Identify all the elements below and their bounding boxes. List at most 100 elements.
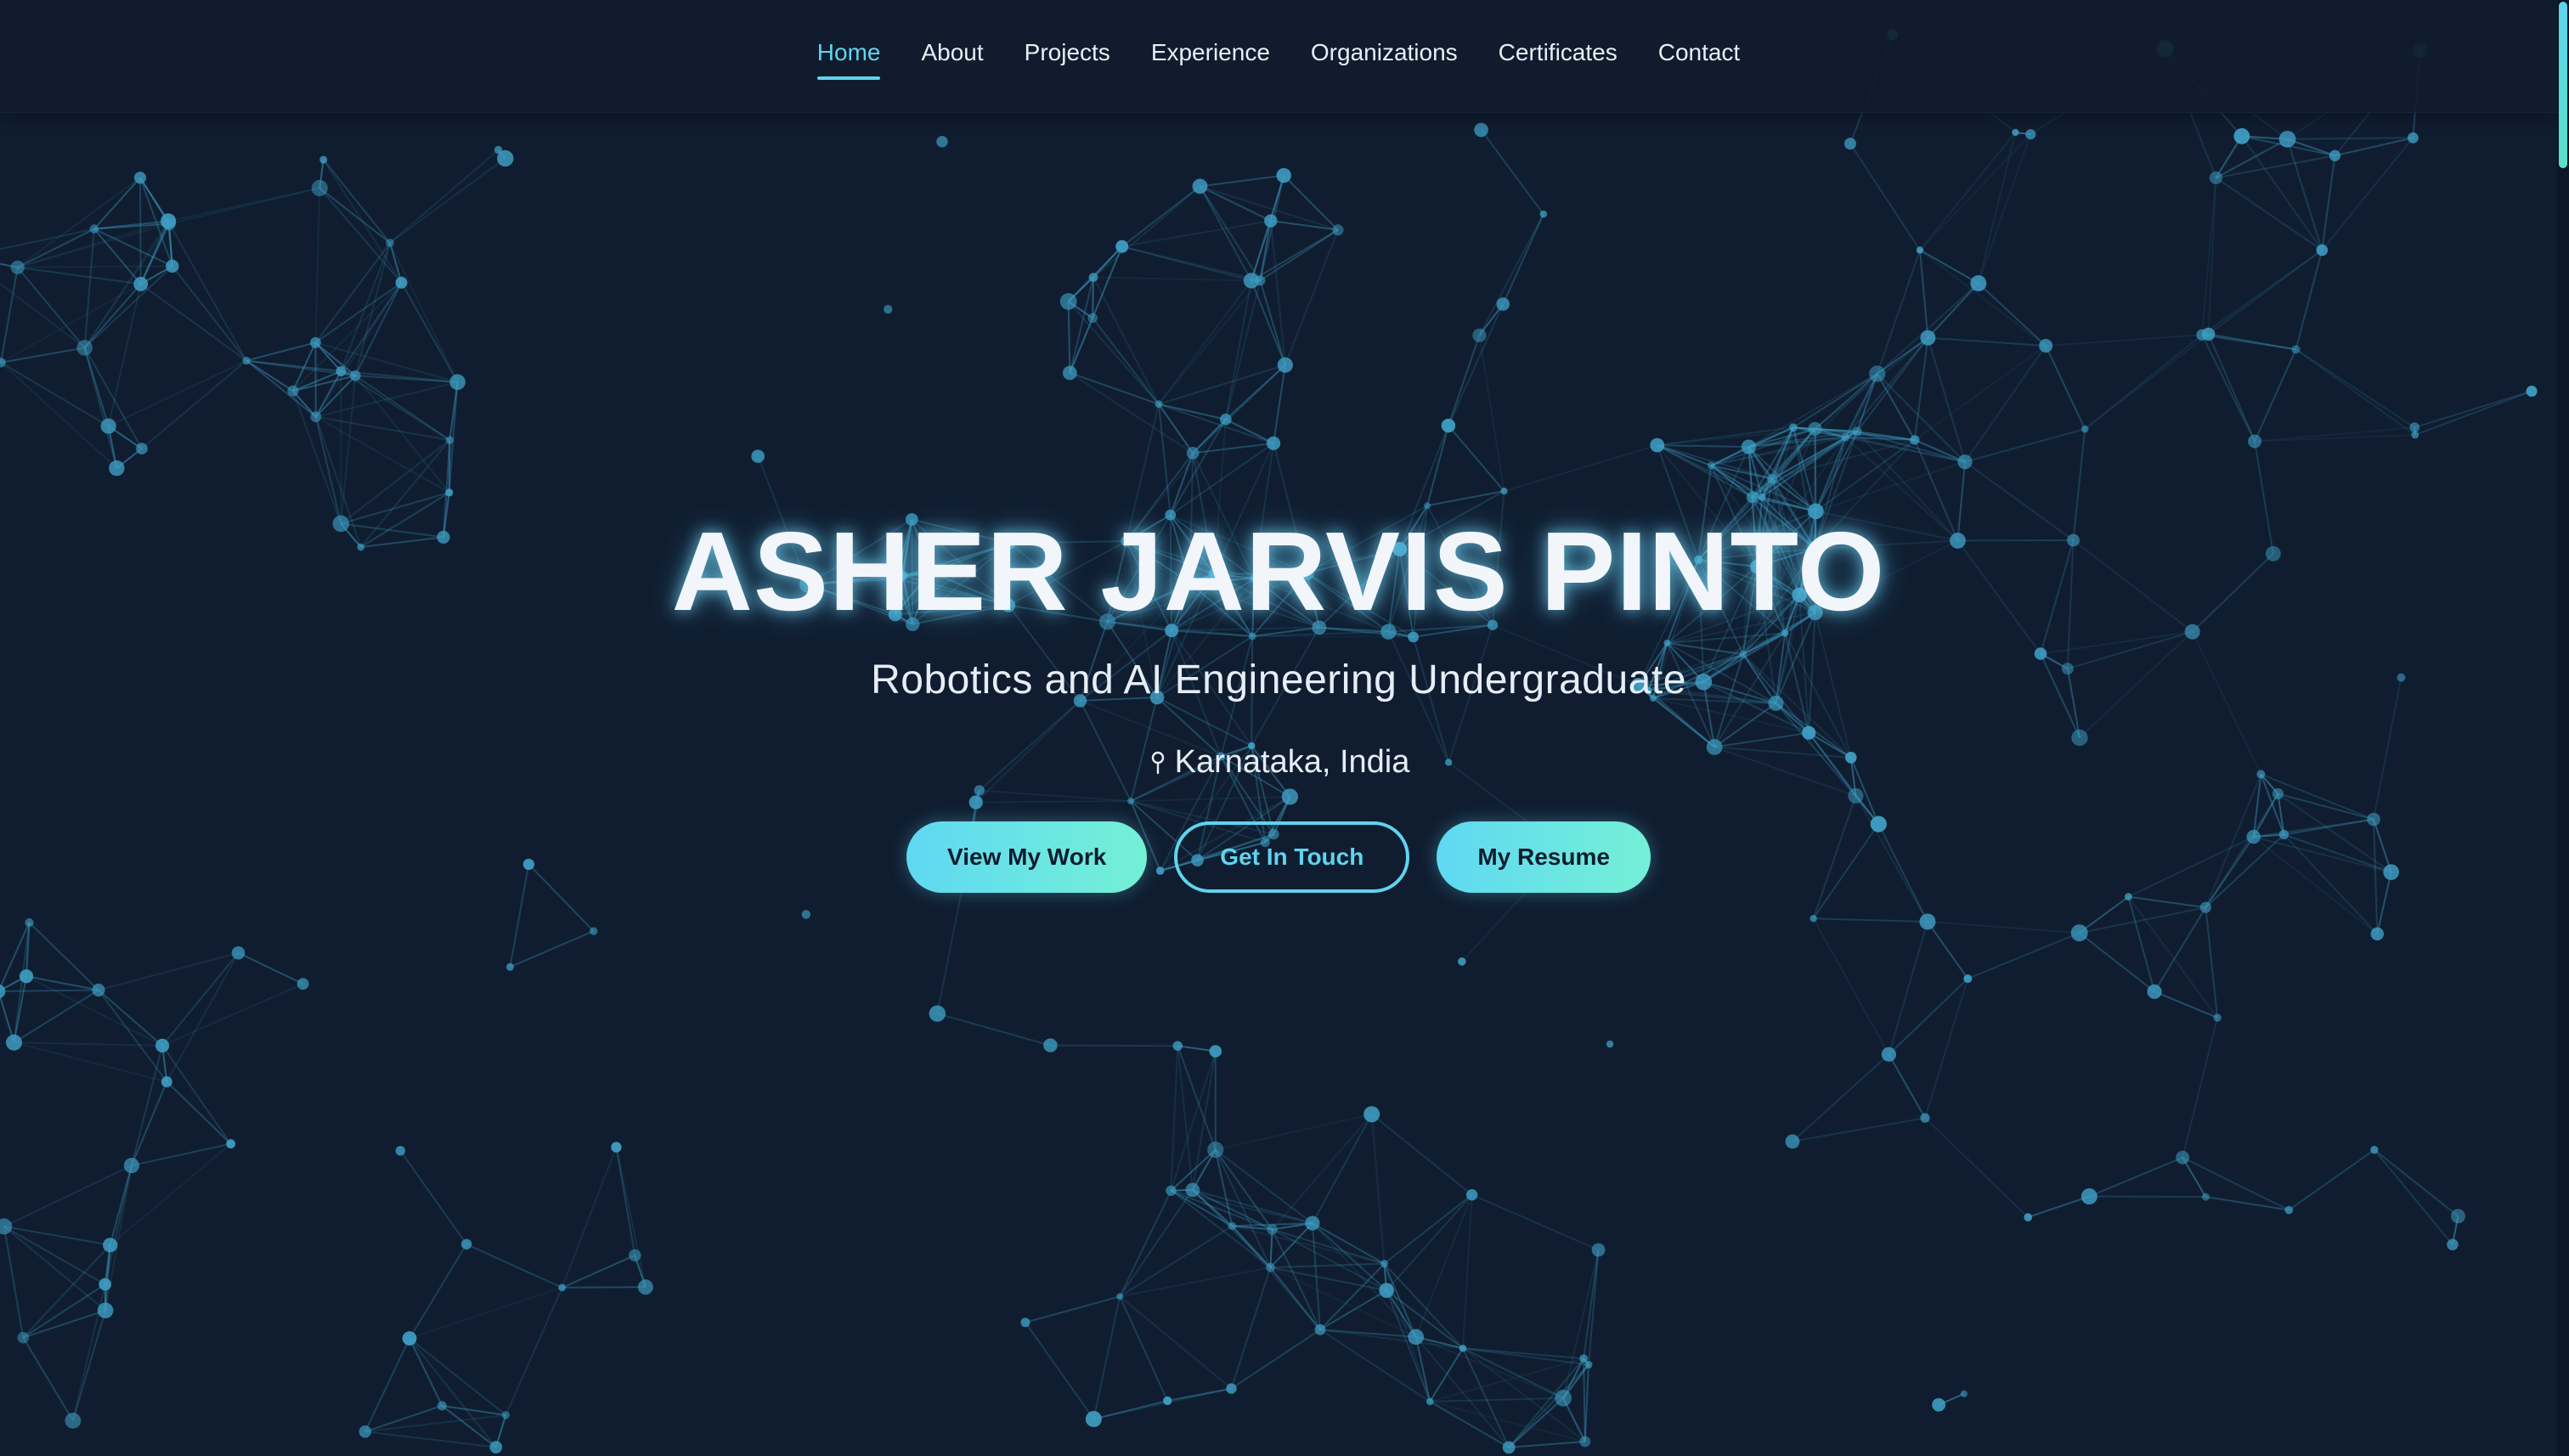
network-node: [1741, 439, 1757, 454]
network-node: [558, 1284, 567, 1292]
network-line: [0, 357, 3, 364]
network-node: [1264, 214, 1278, 228]
network-line: [3, 1226, 25, 1338]
view-my-work-button[interactable]: View My Work: [906, 821, 1148, 894]
network-line: [2215, 177, 2323, 251]
network-line: [1967, 932, 2081, 979]
network-line: [2240, 135, 2323, 251]
network-line: [1480, 129, 1544, 215]
network-node: [103, 1238, 118, 1253]
nav-link-experience[interactable]: Experience: [1151, 39, 1270, 80]
network-line: [1978, 282, 2047, 347]
network-line: [1158, 364, 1286, 405]
network-line: [1200, 174, 1284, 188]
network-line: [1657, 444, 1749, 449]
network-line: [1504, 444, 1658, 493]
network-line: [364, 1431, 496, 1448]
network-node: [2176, 1150, 2190, 1165]
network-line: [291, 390, 342, 524]
nav-link-organizations[interactable]: Organizations: [1311, 39, 1458, 80]
network-node: [1255, 275, 1266, 286]
network-node: [1916, 246, 1924, 254]
network-line: [246, 341, 316, 362]
scrollbar-thumb[interactable]: [2559, 2, 2567, 168]
network-line: [161, 952, 240, 1047]
network-node: [123, 1157, 139, 1174]
network-node: [296, 978, 309, 990]
network-line: [1271, 1114, 1373, 1230]
nav-links: Home About Projects Experience Organizat…: [0, 39, 2557, 80]
network-node: [449, 374, 466, 391]
network-node: [2370, 1145, 2379, 1154]
network-line: [2046, 334, 2203, 347]
network-node: [65, 1412, 82, 1429]
network-line: [17, 266, 141, 285]
network-line: [2154, 906, 2207, 992]
network-line: [1888, 1053, 1926, 1119]
network-node: [1788, 423, 1798, 432]
network-node: [1963, 974, 1973, 984]
network-node: [2409, 422, 2420, 432]
network-line: [2216, 155, 2335, 179]
network-line: [400, 282, 459, 383]
nav-link-certificates[interactable]: Certificates: [1499, 39, 1618, 80]
network-node: [309, 336, 321, 348]
network-line: [314, 416, 342, 524]
network-node: [611, 1142, 622, 1153]
network-node: [395, 276, 408, 289]
network-line: [1232, 1225, 1385, 1265]
network-node: [231, 945, 246, 960]
network-line: [2286, 138, 2323, 251]
network-line: [354, 282, 403, 376]
network-node: [929, 1005, 946, 1022]
network-node: [1266, 436, 1281, 450]
network-line: [1849, 143, 1921, 251]
network-line: [22, 1284, 106, 1339]
network-node: [1910, 435, 1920, 445]
network-node: [1062, 365, 1077, 381]
network-node: [2199, 901, 2211, 913]
get-in-touch-button[interactable]: Get In Touch: [1174, 821, 1410, 894]
network-node: [109, 460, 125, 477]
network-line: [1927, 282, 1979, 339]
network-node: [2012, 128, 2019, 136]
network-line: [1273, 364, 1286, 443]
my-resume-button[interactable]: My Resume: [1437, 821, 1651, 894]
nav-link-projects[interactable]: Projects: [1025, 39, 1110, 80]
network-line: [2254, 348, 2297, 442]
network-line: [562, 1286, 646, 1289]
nav-link-contact[interactable]: Contact: [1658, 39, 1741, 80]
network-line: [1429, 1400, 1586, 1443]
network-line: [2201, 249, 2323, 336]
network-node: [25, 917, 34, 928]
network-line: [2374, 1148, 2459, 1217]
nav-link-home[interactable]: Home: [816, 39, 880, 80]
network-line: [1430, 1397, 1564, 1402]
network-line: [0, 267, 19, 363]
network-node: [242, 356, 251, 365]
network-node: [1166, 1185, 1177, 1196]
network-node: [1276, 167, 1291, 183]
network-line: [161, 983, 304, 1047]
network-node: [1920, 330, 1936, 346]
network-line: [314, 281, 403, 344]
network-line: [0, 989, 99, 992]
network-line: [1429, 1401, 1510, 1448]
page-root: Home About Projects Experience Organizat…: [0, 0, 2569, 1456]
network-node: [1116, 1293, 1124, 1301]
network-line: [98, 951, 239, 991]
network-node: [76, 340, 93, 356]
network-line: [1813, 917, 1928, 923]
network-node: [1379, 1283, 1394, 1298]
network-node: [1496, 297, 1510, 311]
network-line: [409, 1337, 497, 1448]
network-line: [14, 1041, 167, 1083]
page-scrollbar[interactable]: [2557, 0, 2569, 1456]
network-line: [505, 1287, 563, 1416]
network-node: [2209, 171, 2222, 184]
nav-link-about[interactable]: About: [921, 39, 983, 80]
network-node: [1843, 138, 1856, 150]
network-node: [1869, 365, 1886, 382]
network-line: [17, 177, 141, 268]
network-node: [1881, 1047, 1896, 1062]
